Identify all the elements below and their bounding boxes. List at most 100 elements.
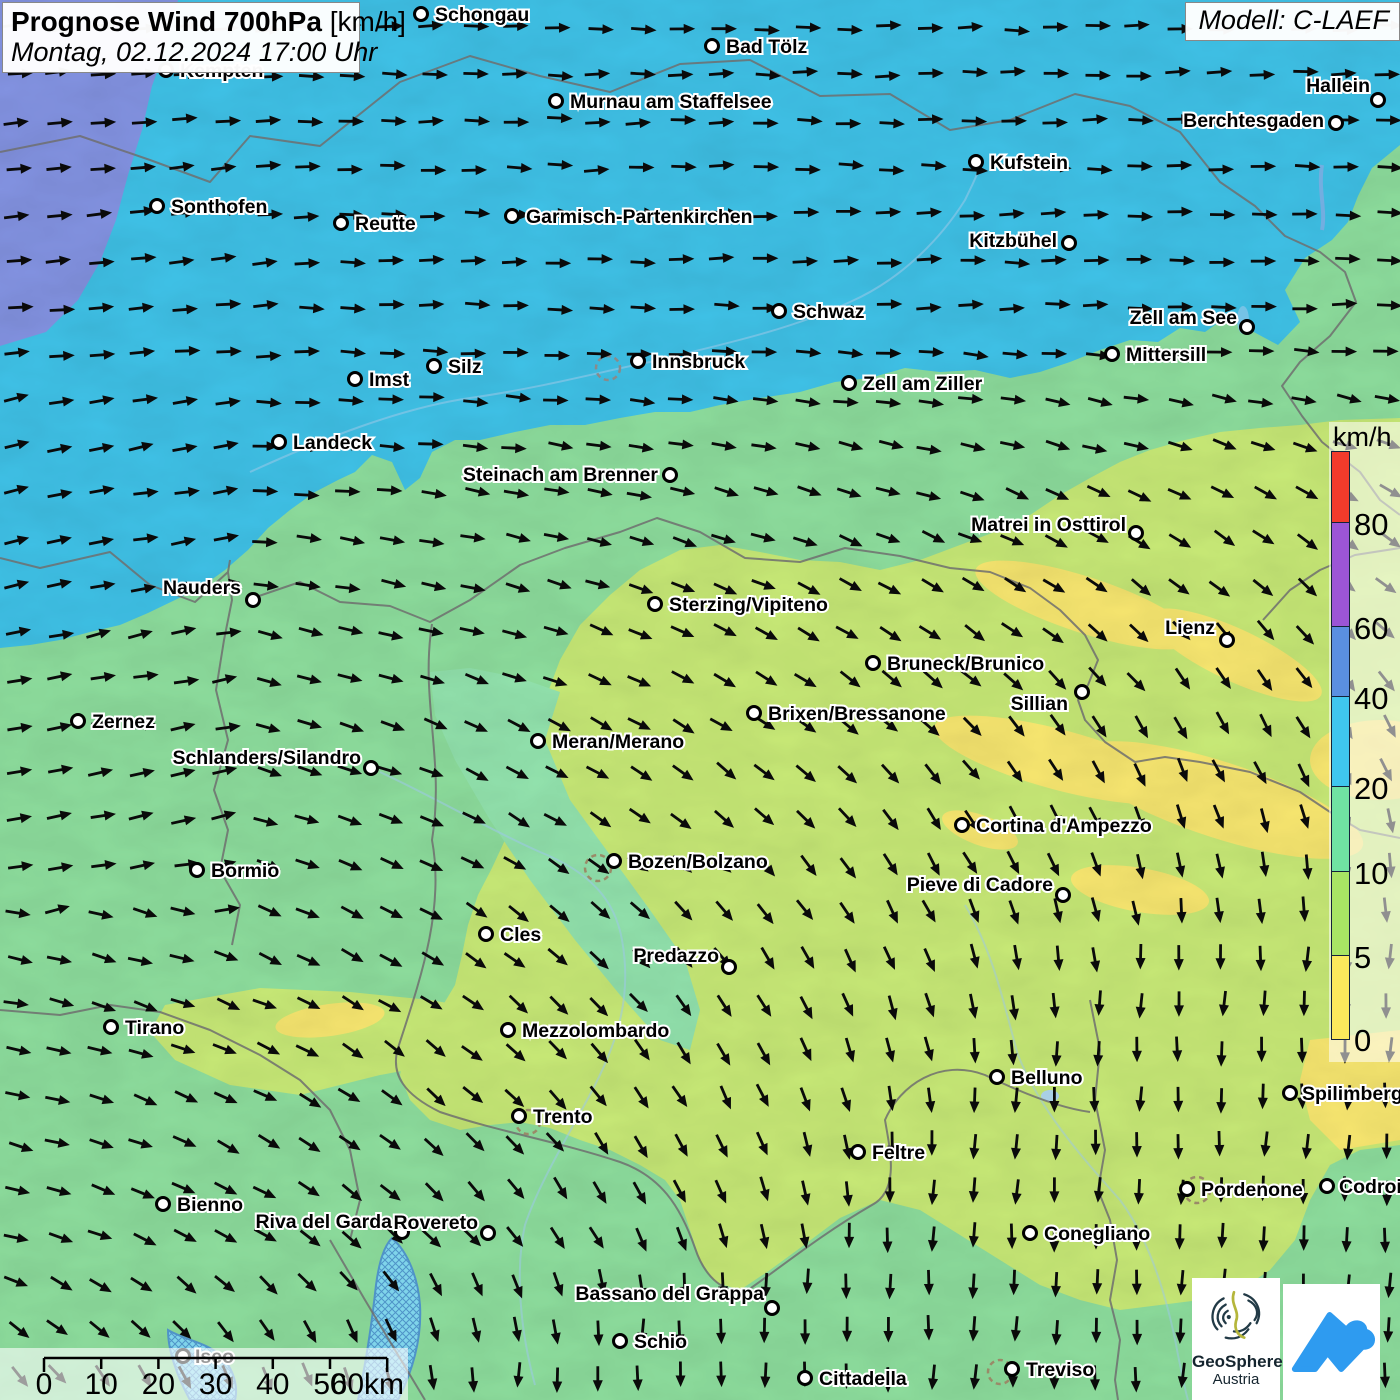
city-label: Rovereto bbox=[393, 1212, 478, 1234]
city: Garmisch-Partenkirchen bbox=[506, 206, 753, 228]
scale-label: 0 bbox=[36, 1368, 53, 1400]
city-marker bbox=[1024, 1227, 1037, 1240]
city-marker bbox=[852, 1146, 865, 1159]
legend-tick-label: 60 bbox=[1354, 611, 1388, 647]
city-label: Pieve di Cadore bbox=[907, 874, 1053, 896]
city-label: Nauders bbox=[163, 577, 241, 599]
city-label: Zell am Ziller bbox=[863, 373, 983, 395]
city-marker bbox=[480, 928, 493, 941]
city-marker bbox=[335, 217, 348, 230]
city-marker bbox=[766, 1302, 779, 1315]
city-marker bbox=[1372, 94, 1385, 107]
legend-tick-label: 5 bbox=[1354, 940, 1371, 976]
city-marker bbox=[614, 1335, 627, 1348]
legend-segment bbox=[1331, 696, 1350, 787]
city: Steinach am Brenner bbox=[463, 464, 677, 486]
city-marker bbox=[799, 1372, 812, 1385]
city-label: Conegliano bbox=[1044, 1223, 1150, 1245]
city-marker bbox=[664, 469, 677, 482]
city-marker bbox=[1321, 1180, 1334, 1193]
city-label: Matrei in Osttirol bbox=[971, 514, 1126, 536]
city-label: Sonthofen bbox=[171, 196, 267, 218]
city: Brixen/Bressanone bbox=[748, 703, 946, 725]
map-title-box: Prognose Wind 700hPa [km/h] Montag, 02.1… bbox=[2, 2, 360, 73]
legend-tick-label: 10 bbox=[1354, 856, 1388, 892]
legend-unit-label: km/h bbox=[1333, 422, 1392, 453]
city-label: Sterzing/Vipiteno bbox=[669, 594, 828, 616]
legend-tick-label: 40 bbox=[1354, 681, 1388, 717]
city-marker bbox=[608, 855, 621, 868]
city-marker bbox=[991, 1071, 1004, 1084]
city-label: Brixen/Bressanone bbox=[768, 703, 946, 725]
city-marker bbox=[191, 864, 204, 877]
city-marker bbox=[1130, 527, 1143, 540]
city-marker bbox=[502, 1024, 515, 1037]
legend-segment bbox=[1331, 451, 1350, 524]
city-marker bbox=[482, 1227, 495, 1240]
city-label: Treviso bbox=[1026, 1359, 1094, 1381]
city-marker bbox=[157, 1198, 170, 1211]
city-label: Spilimbergo bbox=[1302, 1083, 1400, 1105]
city-label: Innsbruck bbox=[652, 351, 745, 373]
scale-label: 40 bbox=[256, 1368, 289, 1400]
city-label: Lienz bbox=[1165, 617, 1215, 639]
city-label: Kitzbühel bbox=[969, 230, 1057, 252]
city-marker bbox=[843, 377, 856, 390]
city-label: Reutte bbox=[355, 213, 416, 235]
legend-segment bbox=[1331, 522, 1350, 627]
map-title-datetime: Montag, 02.12.2024 17:00 Uhr bbox=[11, 37, 351, 67]
city: Sterzing/Vipiteno bbox=[649, 594, 828, 616]
scale-label: 60km bbox=[331, 1368, 404, 1400]
legend-segment bbox=[1331, 786, 1350, 873]
scale-label: 10 bbox=[85, 1368, 118, 1400]
city-marker bbox=[247, 594, 260, 607]
map-title: Prognose Wind 700hPa [km/h] bbox=[11, 6, 351, 37]
city: Berchtesgaden bbox=[1183, 110, 1342, 132]
city-label: Kufstein bbox=[990, 152, 1068, 174]
city-label: Bruneck/Brunico bbox=[887, 653, 1044, 675]
blue-mountain-cloud-icon bbox=[1283, 1284, 1380, 1400]
city-label: Bienno bbox=[177, 1194, 243, 1216]
scale-ruler: 0102030405060km bbox=[0, 1348, 408, 1400]
city-label: Riva del Garda bbox=[255, 1211, 392, 1233]
city-label: Schio bbox=[634, 1331, 687, 1353]
city-marker bbox=[773, 305, 786, 318]
city: Bruneck/Brunico bbox=[867, 653, 1045, 675]
city-marker bbox=[1063, 237, 1076, 250]
city-label: Bad Tölz bbox=[726, 36, 807, 58]
wind-forecast-map-page: SchongauBad TölzKemptenMurnau am Staffel… bbox=[0, 0, 1400, 1400]
geosphere-logo-text: GeoSphere bbox=[1192, 1353, 1280, 1371]
city-marker bbox=[970, 156, 983, 169]
city-label: Sillian bbox=[1011, 693, 1068, 715]
city-marker bbox=[349, 373, 362, 386]
city-marker bbox=[428, 360, 441, 373]
city-marker bbox=[723, 961, 736, 974]
city: Zell am Ziller bbox=[843, 373, 983, 395]
city-label: Pordenone bbox=[1201, 1179, 1303, 1201]
city-label: Schongau bbox=[435, 4, 529, 26]
city-marker bbox=[1221, 634, 1234, 647]
city-marker bbox=[532, 735, 545, 748]
legend-segment bbox=[1331, 955, 1350, 1040]
geosphere-austria-logo: GeoSphere Austria bbox=[1192, 1278, 1280, 1400]
model-label: Modell: C-LAEF bbox=[1185, 2, 1400, 41]
city-label: Mittersill bbox=[1126, 344, 1206, 366]
city-marker bbox=[632, 355, 645, 368]
contour-squiggle-icon bbox=[1203, 1284, 1269, 1350]
city-label: Cortina d'Ampezzo bbox=[976, 815, 1152, 837]
city-label: Berchtesgaden bbox=[1183, 110, 1324, 132]
scale-label: 30 bbox=[199, 1368, 232, 1400]
city-label: Meran/Merano bbox=[552, 731, 684, 753]
map-title-unit: [km/h] bbox=[322, 6, 406, 37]
city-label: Cles bbox=[500, 924, 541, 946]
wind-speed-legend: km/h 806040201050 bbox=[1329, 422, 1400, 1062]
city: Meran/Merano bbox=[532, 731, 685, 753]
city-marker bbox=[649, 598, 662, 611]
city-label: Bozen/Bolzano bbox=[628, 851, 768, 873]
city-label: Codroipo bbox=[1339, 1176, 1400, 1198]
city: Cortina d'Ampezzo bbox=[956, 815, 1152, 837]
city-label: Garmisch-Partenkirchen bbox=[526, 206, 753, 228]
city-label: Belluno bbox=[1011, 1067, 1083, 1089]
city-marker bbox=[1076, 686, 1089, 699]
distance-scale-bar: 0102030405060km bbox=[0, 1348, 408, 1400]
